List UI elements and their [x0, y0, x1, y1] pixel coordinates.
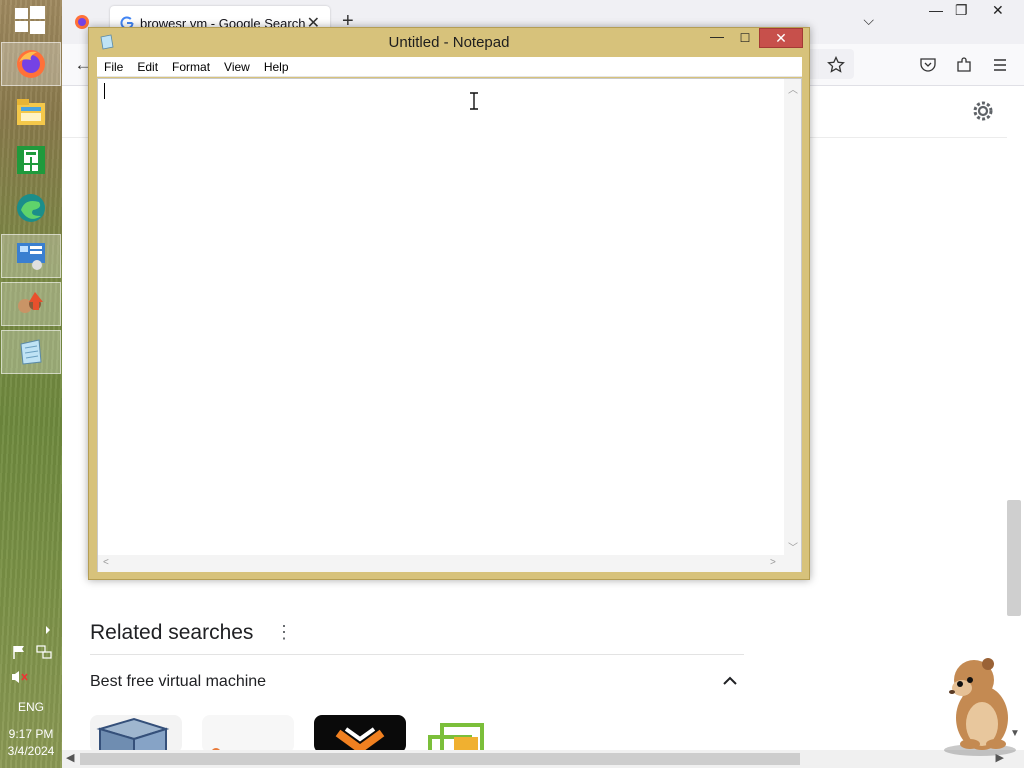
notepad-titlebar[interactable]: Untitled - Notepad — ☐ ✕: [89, 28, 809, 56]
notepad-close-button[interactable]: ✕: [759, 28, 803, 48]
notepad-menubar: File Edit Format View Help: [97, 57, 802, 77]
taskbar-control-panel[interactable]: [1, 234, 61, 278]
notepad-icon: [20, 339, 42, 365]
notepad-maximize-button[interactable]: ☐: [731, 28, 759, 48]
language-indicator[interactable]: ENG: [0, 700, 62, 714]
clock-date[interactable]: 3/4/2024: [0, 744, 62, 758]
firefox-icon: [17, 50, 45, 78]
virtualbox-thumbnail[interactable]: [90, 715, 182, 753]
notepad-window: Untitled - Notepad — ☐ ✕ File Edit Forma…: [88, 27, 810, 580]
file-explorer-icon: [17, 99, 45, 125]
vm-logo-icon: [211, 748, 221, 753]
show-hidden-icons-chevron-icon[interactable]: [44, 626, 52, 634]
taskbar-remote-app[interactable]: [1, 282, 61, 326]
menu-view[interactable]: View: [217, 57, 257, 76]
volume-muted-icon[interactable]: [11, 670, 29, 684]
bookmark-star-icon[interactable]: [827, 56, 845, 74]
notepad-title: Untitled - Notepad: [388, 34, 510, 51]
minimize-button[interactable]: —: [929, 2, 943, 18]
taskbar-file-explorer[interactable]: [1, 90, 61, 134]
ibeam-cursor-icon: [470, 92, 478, 110]
vmware-logo-icon: [335, 727, 385, 753]
menu-format[interactable]: Format: [165, 57, 217, 76]
edge-icon: [17, 194, 45, 222]
page-vertical-scroll-thumb[interactable]: [1007, 500, 1021, 616]
taskbar-firefox[interactable]: [1, 42, 61, 86]
menu-edit[interactable]: Edit: [130, 57, 165, 76]
chevron-up-icon[interactable]: [720, 671, 740, 691]
settings-gear-icon[interactable]: [970, 98, 996, 124]
notepad-text-area[interactable]: ︿ ﹀ < >: [97, 78, 802, 572]
page-horizontal-scroll-thumb[interactable]: [80, 753, 800, 765]
vm-thumbnail[interactable]: [202, 715, 294, 753]
related-search-item[interactable]: Best free virtual machine: [90, 673, 266, 691]
related-searches-heading: Related searches: [90, 621, 254, 644]
scroll-left-arrow-icon[interactable]: ◀: [66, 751, 74, 764]
taskbar-notepad[interactable]: [1, 330, 61, 374]
notepad-scroll-down-icon[interactable]: ﹀: [788, 539, 798, 554]
notepad-scroll-up-icon[interactable]: ︿: [788, 81, 798, 96]
notepad-minimize-button[interactable]: —: [703, 28, 731, 48]
remote-app-icon: [18, 292, 43, 313]
hamster-mascot-icon: [944, 658, 1016, 756]
more-options-icon[interactable]: ⋮: [275, 622, 293, 643]
notepad-scroll-right-icon[interactable]: >: [770, 557, 776, 568]
network-icon[interactable]: [35, 644, 53, 660]
clock-time[interactable]: 9:17 PM: [0, 727, 62, 741]
menu-help[interactable]: Help: [257, 57, 296, 76]
notepad-scroll-left-icon[interactable]: <: [103, 557, 109, 568]
virtual-machine-thumbnail[interactable]: [426, 715, 518, 753]
menu-file[interactable]: File: [97, 57, 130, 76]
taskbar-edge[interactable]: [1, 186, 61, 230]
taskbar: ENG 9:17 PM 3/4/2024: [0, 0, 62, 768]
virtualbox-icon: [96, 717, 170, 753]
notepad-vertical-scrollbar[interactable]: ︿ ﹀: [784, 79, 801, 555]
notepad-horizontal-scrollbar[interactable]: < >: [98, 555, 784, 572]
restore-button[interactable]: ❐: [955, 2, 968, 19]
list-all-tabs-icon[interactable]: ⌵: [863, 12, 874, 29]
resize-grip-icon[interactable]: [784, 555, 801, 572]
windows-logo-icon: [15, 8, 28, 19]
pocket-icon[interactable]: [919, 56, 937, 74]
taskbar-store[interactable]: [1, 138, 61, 182]
page-horizontal-scrollbar[interactable]: ◀ ▶: [62, 750, 1024, 768]
virtual-machine-logo-icon: [428, 723, 484, 753]
extensions-icon[interactable]: [955, 56, 973, 74]
store-icon: [17, 146, 45, 174]
start-button[interactable]: [15, 6, 45, 34]
control-panel-icon: [17, 243, 45, 270]
close-button[interactable]: ✕: [992, 2, 1004, 19]
divider: [90, 654, 744, 655]
app-menu-icon[interactable]: [991, 56, 1009, 74]
vmware-thumbnail[interactable]: [314, 715, 406, 753]
system-tray: [8, 626, 58, 690]
text-caret: [104, 83, 105, 99]
action-center-flag-icon[interactable]: [11, 644, 27, 660]
